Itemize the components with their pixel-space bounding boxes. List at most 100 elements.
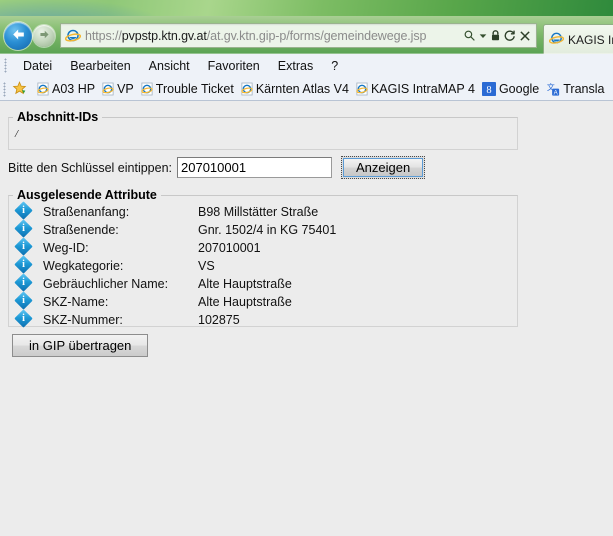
back-button[interactable]	[4, 22, 32, 50]
translate-icon: 文 A	[546, 82, 560, 96]
key-input[interactable]	[177, 157, 332, 178]
tab-label: KAGIS In	[568, 32, 613, 47]
attribute-value: Gnr. 1502/4 in KG 75401	[198, 223, 337, 237]
info-icon[interactable]	[14, 237, 33, 256]
menu-item-datei[interactable]: Datei	[14, 57, 61, 75]
favorite-google[interactable]: 8 Google	[481, 81, 540, 96]
info-icon-cell	[14, 255, 43, 275]
toolbar-grip[interactable]	[4, 58, 7, 73]
table-row: Wegkategorie: VS	[14, 255, 336, 275]
info-icon[interactable]	[14, 273, 33, 292]
favorite-label: Kärnten Atlas V4	[255, 81, 349, 96]
browser-tab[interactable]: KAGIS In	[543, 24, 613, 54]
star-icon	[12, 81, 27, 96]
google-plus-icon: 8	[481, 81, 496, 96]
favorites-bar: A03 HP VP Trouble Ticket Kärnten Atlas V…	[0, 77, 613, 101]
info-icon[interactable]	[14, 309, 33, 328]
table-row: Straßenende: Gnr. 1502/4 in KG 75401	[14, 219, 337, 239]
info-icon[interactable]	[14, 201, 33, 220]
favorite-vp[interactable]: VP	[102, 82, 134, 96]
favorite-label: Transla	[563, 81, 605, 96]
abschnitt-ids-fieldset: Abschnitt-IDs /	[8, 110, 518, 150]
info-icon[interactable]	[14, 219, 33, 238]
info-icon-cell	[14, 309, 43, 329]
in-gip-uebertragen-button[interactable]: in GIP übertragen	[12, 334, 149, 357]
info-icon-cell	[14, 219, 43, 239]
attributes-legend: Ausgelesende Attribute	[17, 188, 157, 202]
address-bar[interactable]: https://pvpstp.ktn.gv.at/at.gv.ktn.gip-p…	[60, 23, 537, 48]
attributes-table: Straßenanfang: B98 Millstätter Straße St…	[14, 201, 337, 329]
favorite-kagis-intramap-4[interactable]: KAGIS IntraMAP 4	[356, 82, 475, 96]
attribute-value: Alte Hauptstraße	[198, 295, 292, 309]
attribute-value: 102875	[198, 313, 240, 327]
ie-page-icon	[141, 82, 153, 96]
close-icon[interactable]	[519, 30, 531, 42]
info-icon[interactable]	[14, 291, 33, 310]
attribute-label: Wegkategorie:	[43, 259, 124, 273]
favorite-a03-hp[interactable]: A03 HP	[37, 82, 95, 96]
chevron-down-icon[interactable]	[479, 32, 487, 40]
attribute-label: Straßenanfang:	[43, 205, 130, 219]
attribute-value: VS	[198, 259, 215, 273]
attribute-label: Straßenende:	[43, 223, 119, 237]
arrow-left-icon	[10, 26, 27, 46]
table-row: Gebräuchlicher Name: Alte Hauptstraße	[14, 273, 336, 293]
internet-explorer-icon	[548, 31, 565, 49]
favorite-label: KAGIS IntraMAP 4	[370, 81, 475, 96]
transfer-button-wrapper: in GIP übertragen	[12, 334, 149, 357]
url-text: https://pvpstp.ktn.gv.at/at.gv.ktn.gip-p…	[85, 28, 427, 43]
ie-page-icon	[37, 82, 49, 96]
key-entry-row: Bitte den Schlüssel eintippen: Anzeigen	[8, 156, 518, 179]
lock-icon[interactable]	[490, 29, 501, 42]
menu-item-ansicht[interactable]: Ansicht	[140, 57, 199, 75]
ie-page-icon	[102, 82, 114, 96]
favorites-star-button[interactable]	[12, 81, 30, 96]
favorite-trouble-ticket[interactable]: Trouble Ticket	[141, 82, 234, 96]
favorite-kaernten-atlas-v4[interactable]: Kärnten Atlas V4	[241, 82, 349, 96]
table-row: SKZ-Nummer: 102875	[14, 309, 336, 329]
info-icon-cell	[14, 201, 43, 221]
address-bar-icons	[463, 29, 533, 42]
attribute-value: Alte Hauptstraße	[198, 277, 292, 291]
abschnitt-ids-value: /	[15, 128, 19, 140]
forward-button[interactable]	[33, 25, 55, 47]
attribute-label: SKZ-Nummer:	[43, 313, 123, 327]
attribute-value: B98 Millstätter Straße	[198, 205, 319, 219]
arrow-right-icon	[38, 28, 51, 44]
info-icon-cell	[14, 273, 43, 293]
ie-page-icon	[241, 82, 253, 96]
attribute-label: SKZ-Name:	[43, 295, 109, 309]
show-button-focus-ring: Anzeigen	[341, 156, 426, 179]
menu-item-bearbeiten[interactable]: Bearbeiten	[61, 57, 139, 75]
key-input-label: Bitte den Schlüssel eintippen:	[8, 160, 172, 175]
favorite-label: VP	[117, 81, 134, 96]
menu-item-help[interactable]: ?	[322, 57, 347, 75]
info-icon[interactable]	[14, 255, 33, 274]
attribute-label: Gebräuchlicher Name:	[43, 277, 169, 291]
browser-chrome: https://pvpstp.ktn.gv.at/at.gv.ktn.gip-p…	[0, 16, 613, 54]
attributes-fieldset: Ausgelesende Attribute Straßenanfang: B9…	[8, 188, 518, 329]
svg-text:8: 8	[486, 84, 491, 95]
page-content: Abschnitt-IDs / Bitte den Schlüssel eint…	[0, 102, 613, 536]
menu-bar: Datei Bearbeiten Ansicht Favoriten Extra…	[0, 54, 613, 77]
attribute-label: Weg-ID:	[43, 241, 89, 255]
favorite-translate[interactable]: 文 A Transla	[546, 82, 604, 96]
menu-item-extras[interactable]: Extras	[269, 57, 322, 75]
refresh-icon[interactable]	[504, 29, 516, 42]
table-row: Weg-ID: 207010001	[14, 237, 336, 257]
info-icon-cell	[14, 291, 43, 311]
internet-explorer-icon	[64, 28, 82, 44]
menu-item-favoriten[interactable]: Favoriten	[199, 57, 269, 75]
table-row: SKZ-Name: Alte Hauptstraße	[14, 291, 336, 311]
attribute-value: 207010001	[198, 241, 261, 255]
table-row: Straßenanfang: B98 Millstätter Straße	[14, 201, 336, 221]
toolbar-grip[interactable]	[3, 82, 6, 97]
anzeigen-button[interactable]: Anzeigen	[343, 158, 424, 177]
favorite-label: Trouble Ticket	[155, 81, 234, 96]
favorite-label: A03 HP	[52, 81, 96, 96]
search-icon[interactable]	[463, 29, 476, 42]
abschnitt-ids-legend: Abschnitt-IDs	[17, 110, 99, 124]
info-icon-cell	[14, 237, 43, 257]
ie-page-icon	[356, 82, 368, 96]
favorite-label: Google	[498, 81, 540, 96]
